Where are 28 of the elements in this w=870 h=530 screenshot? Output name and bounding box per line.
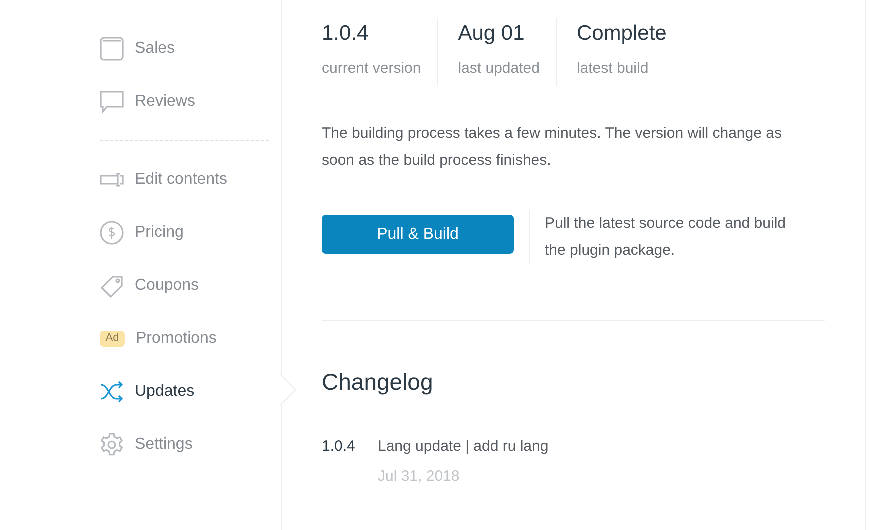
- version-number: 1.0.4: [322, 436, 356, 456]
- stat-label: current version: [322, 58, 422, 78]
- sidebar-link[interactable]: Updates: [135, 380, 195, 404]
- stat-value: Complete: [576, 21, 667, 47]
- ad-badge: Ad: [100, 330, 125, 346]
- changelog-title: Changelog: [322, 368, 434, 397]
- stat-value: Aug 01: [458, 21, 526, 47]
- pull-build-button[interactable]: Pull & Build: [322, 215, 514, 254]
- stat-label: last updated: [458, 58, 540, 78]
- settings-icon: [100, 432, 124, 456]
- sidebar-link[interactable]: Reviews: [135, 90, 196, 114]
- stat-value: 1.0.4: [322, 21, 370, 47]
- speech-bubble-icon: [100, 90, 124, 114]
- sidebar-link[interactable]: Sales: [135, 36, 176, 60]
- shuffle-icon: [100, 380, 124, 404]
- dollar-icon: [100, 220, 124, 244]
- build-hint: Pull the latest source code and build the plugin package.: [545, 214, 787, 261]
- window-icon: [100, 36, 124, 60]
- build-note: The building process takes a few minutes. The version will change as soon as the build process finishes.: [322, 124, 783, 171]
- sidebar-link[interactable]: Edit contents: [135, 168, 228, 192]
- change-date: Jul 31, 2018: [378, 467, 461, 487]
- stat-label: latest build: [576, 58, 650, 78]
- sidebar-link[interactable]: Settings: [135, 432, 193, 456]
- change-text: Lang update | add ru lang: [378, 436, 549, 456]
- sidebar-link[interactable]: Promotions: [136, 326, 217, 350]
- tag-icon: [100, 274, 124, 298]
- sidebar-link[interactable]: Coupons: [135, 274, 200, 298]
- sidebar-link[interactable]: Pricing: [135, 220, 184, 244]
